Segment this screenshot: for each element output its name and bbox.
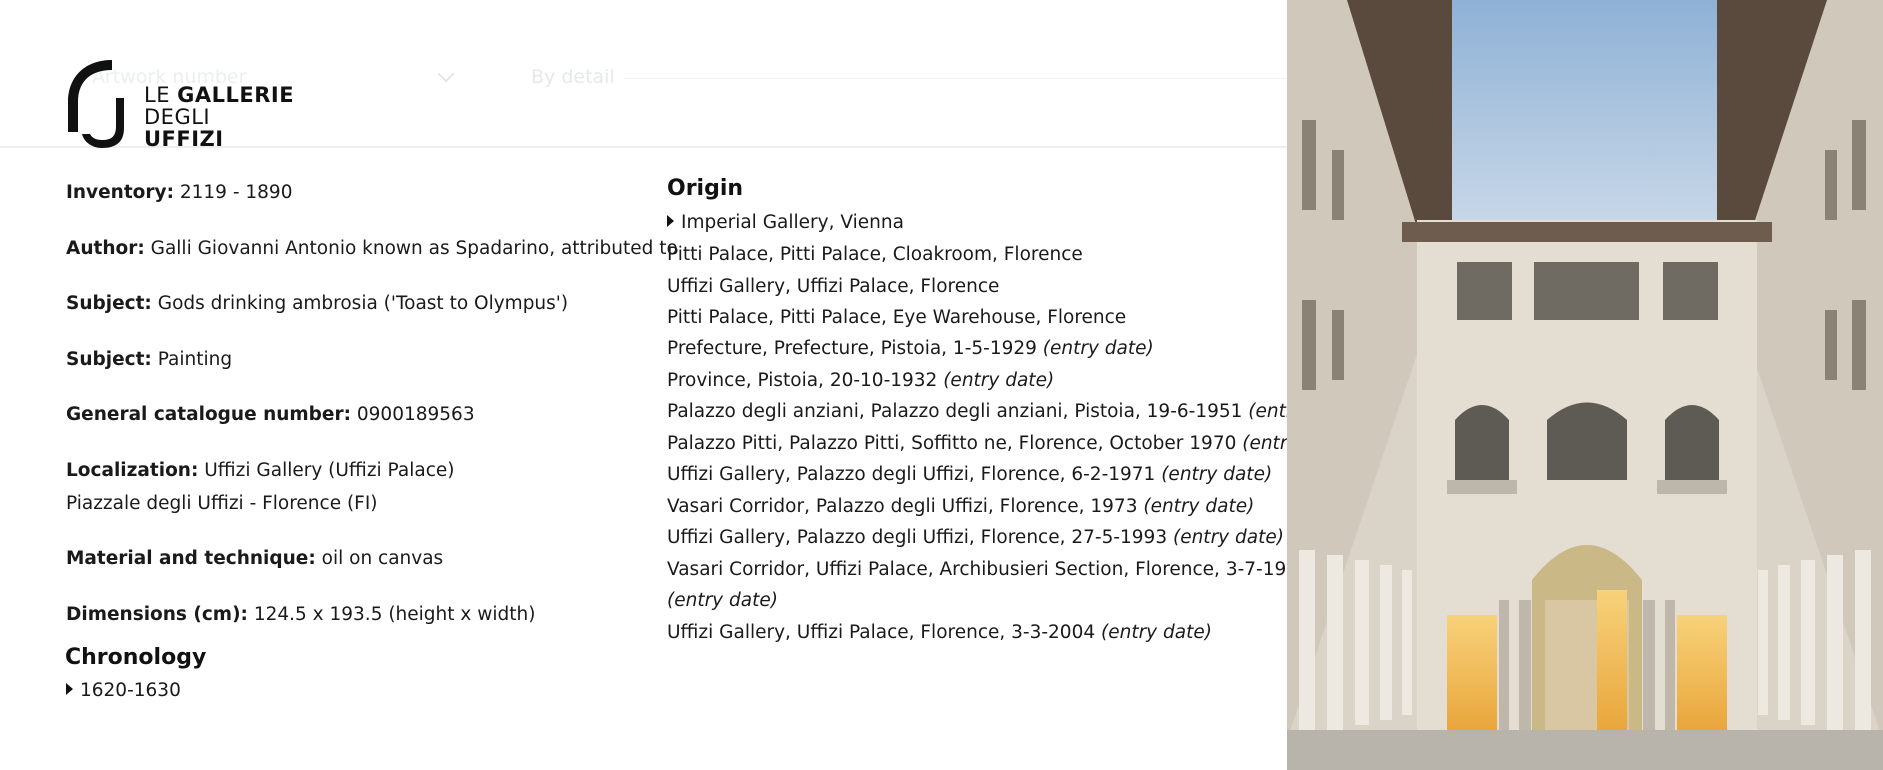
- list-item: Pitti Palace, Pitti Palace, Cloakroom, F…: [667, 244, 1083, 265]
- localization-field: Localization: Uffizi Gallery (Uffizi Pal…: [66, 460, 455, 481]
- by-detail-input[interactable]: By detail: [531, 66, 615, 88]
- list-item: Uffizi Gallery, Palazzo degli Uffizi, Fl…: [667, 527, 1284, 548]
- uffizi-logo[interactable]: LE GALLERIE DEGLI UFFIZI: [66, 58, 296, 150]
- subject-type-field: Subject: Painting: [66, 349, 233, 370]
- list-item: Palazzo degli anziani, Palazzo degli anz…: [667, 401, 1359, 422]
- list-item: (entry date): [667, 590, 778, 611]
- list-item: Pitti Palace, Pitti Palace, Eye Warehous…: [667, 307, 1127, 328]
- catalogue-number-field: General catalogue number: 0900189563: [66, 404, 475, 425]
- subject-field: Subject: Gods drinking ambrosia ('Toast …: [66, 293, 569, 314]
- chronology-heading: Chronology: [65, 645, 207, 670]
- chronology-item[interactable]: 1620-1630: [66, 680, 181, 701]
- origin-first-item[interactable]: Imperial Gallery, Vienna: [667, 212, 904, 233]
- origin-heading: Origin: [667, 176, 744, 201]
- list-item: Vasari Corridor, Palazzo degli Uffizi, F…: [667, 496, 1255, 517]
- uffizi-courtyard-image: [1287, 0, 1883, 770]
- list-item: Prefecture, Prefecture, Pistoia, 1-5-192…: [667, 338, 1154, 359]
- list-item: Province, Pistoia, 20-10-1932 (entry dat…: [667, 370, 1055, 391]
- author-field: Author: Galli Giovanni Antonio known as …: [66, 238, 678, 259]
- list-item: Vasari Corridor, Uffizi Palace, Archibus…: [667, 559, 1310, 580]
- list-item: Palazzo Pitti, Palazzo Pitti, Soffitto n…: [667, 433, 1353, 454]
- inventory-field: Inventory: 2119 - 1890: [66, 182, 293, 203]
- list-item: Uffizi Gallery, Uffizi Palace, Florence: [667, 276, 1000, 297]
- chevron-down-icon[interactable]: [437, 65, 455, 83]
- localization-address: Piazzale degli Uffizi - Florence (FI): [66, 493, 378, 514]
- caret-right-icon: [667, 215, 674, 227]
- logo-wordmark: LE GALLERIE DEGLI UFFIZI: [144, 83, 295, 151]
- list-item: Uffizi Gallery, Uffizi Palace, Florence,…: [667, 622, 1212, 643]
- dimensions-field: Dimensions (cm): 124.5 x 193.5 (height x…: [66, 604, 536, 625]
- list-item: Uffizi Gallery, Palazzo degli Uffizi, Fl…: [667, 464, 1273, 485]
- material-field: Material and technique: oil on canvas: [66, 548, 444, 569]
- divider: [624, 78, 1287, 79]
- logo-g-icon: [68, 60, 124, 148]
- caret-right-icon: [66, 683, 73, 695]
